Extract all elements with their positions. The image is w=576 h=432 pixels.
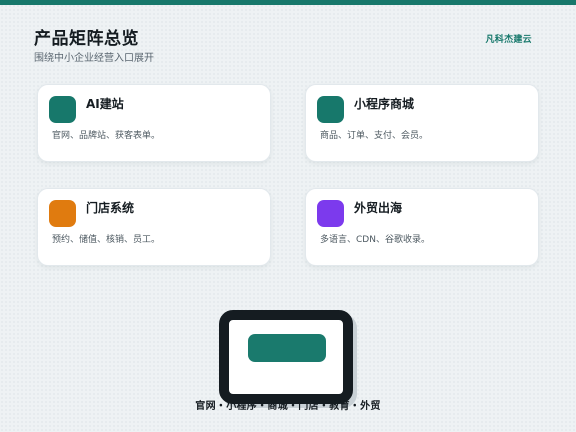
card-description: 多语言、CDN、谷歌收录。 — [320, 235, 430, 245]
top-accent-bar — [0, 0, 576, 5]
card-description: 官网、品牌站、获客表单。 — [52, 131, 161, 141]
page-title: 产品矩阵总览 — [34, 29, 139, 49]
product-card-store-system[interactable]: 门店系统 预约、储值、核销、员工。 — [37, 188, 271, 266]
card-title: 外贸出海 — [354, 201, 403, 215]
brand-logo[interactable]: 凡科杰建云 — [485, 32, 532, 45]
teal-square-icon — [49, 96, 76, 123]
card-description: 商品、订单、支付、会员。 — [320, 131, 429, 141]
device-screen — [248, 334, 326, 362]
product-card-ai-site[interactable]: AI建站 官网、品牌站、获客表单。 — [37, 84, 271, 162]
device-illustration — [219, 310, 353, 404]
footer-caption: 官网・小程序・商城・门店・教育・外贸 — [195, 401, 381, 412]
card-title: AI建站 — [86, 97, 124, 111]
purple-square-icon — [317, 200, 344, 227]
page-subtitle: 围绕中小企业经营入口展开 — [34, 53, 154, 64]
card-title: 门店系统 — [86, 201, 135, 215]
card-description: 预约、储值、核销、员工。 — [52, 235, 161, 245]
product-card-mini-program-mall[interactable]: 小程序商城 商品、订单、支付、会员。 — [305, 84, 539, 162]
teal-square-icon — [317, 96, 344, 123]
product-card-foreign-trade[interactable]: 外贸出海 多语言、CDN、谷歌收录。 — [305, 188, 539, 266]
orange-square-icon — [49, 200, 76, 227]
card-title: 小程序商城 — [354, 97, 415, 111]
